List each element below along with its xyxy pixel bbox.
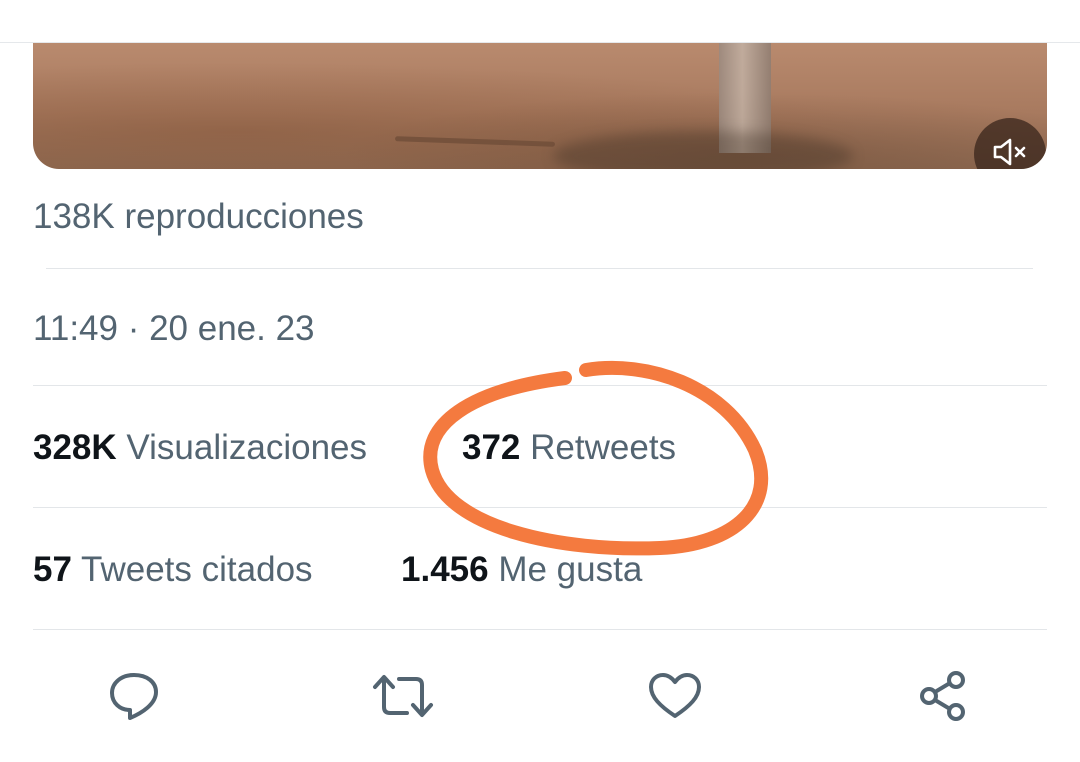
play-count: 138K reproducciones	[33, 197, 364, 236]
quote-tweets-stat[interactable]: 57 Tweets citados	[33, 550, 313, 590]
views-stat[interactable]: 328K Visualizaciones	[33, 428, 367, 468]
retweet-button[interactable]	[373, 668, 433, 728]
video-thumbnail[interactable]	[33, 43, 1047, 169]
likes-stat[interactable]: 1.456 Me gusta	[401, 550, 642, 590]
share-button[interactable]	[913, 668, 973, 728]
views-label: Visualizaciones	[126, 428, 368, 467]
mute-button[interactable]	[974, 118, 1046, 169]
retweets-stat[interactable]: 372 Retweets	[462, 428, 676, 468]
retweets-label: Retweets	[530, 428, 677, 467]
like-icon	[646, 670, 704, 727]
likes-count: 1.456	[401, 550, 489, 589]
tweet-timestamp[interactable]: 11:49 · 20 ene. 23	[33, 309, 315, 349]
speaker-muted-icon	[990, 137, 1030, 170]
reply-icon	[106, 670, 162, 727]
tweet-action-bar	[0, 668, 1080, 728]
share-icon	[915, 668, 971, 729]
like-button[interactable]	[645, 668, 705, 728]
divider	[33, 507, 1047, 508]
likes-label: Me gusta	[498, 550, 643, 589]
quote-tweets-label: Tweets citados	[81, 550, 313, 589]
reply-button[interactable]	[104, 668, 164, 728]
divider	[33, 629, 1047, 630]
divider	[33, 385, 1047, 386]
divider	[46, 268, 1033, 269]
views-count: 328K	[33, 428, 117, 467]
retweet-icon	[371, 671, 435, 726]
retweets-count: 372	[462, 428, 521, 467]
quote-tweets-count: 57	[33, 550, 72, 589]
